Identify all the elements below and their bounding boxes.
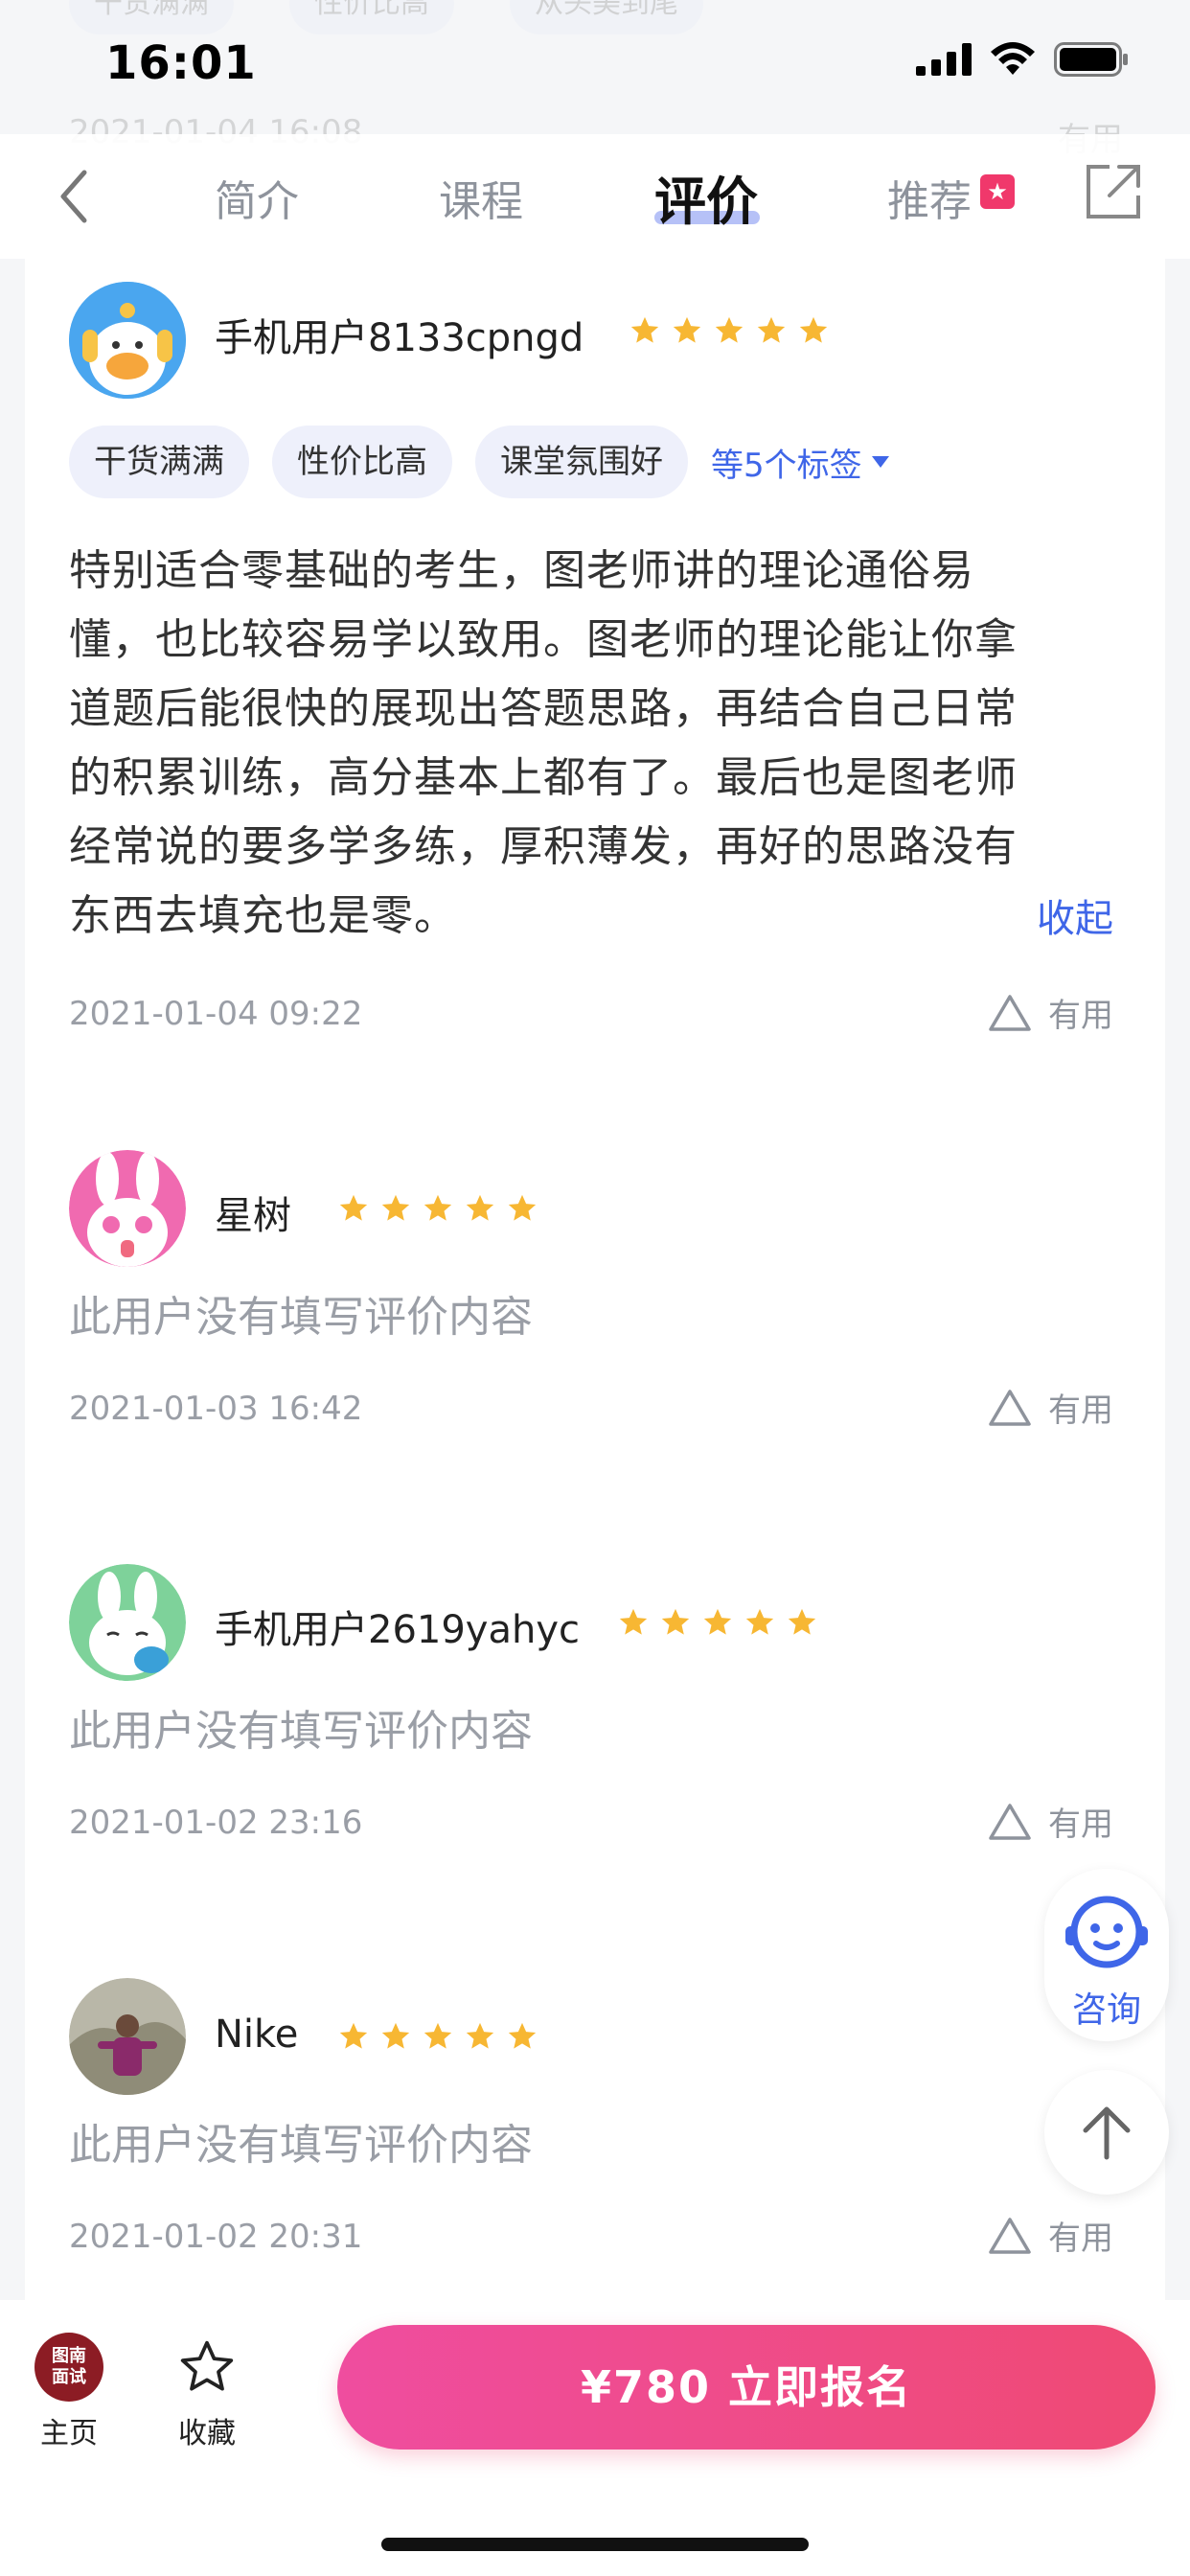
star-icon	[673, 316, 701, 343]
star-icon	[466, 1194, 494, 1221]
review-text: 特别适合零基础的考生，图老师讲的理论通俗易 懂，也比较容易学以致用。图老师的理论…	[69, 537, 1133, 951]
screen: 干货满满 性价比高 从头美到尾 2021-01-04 16:08 有用 16:0…	[0, 0, 1190, 2576]
star-icon	[715, 316, 744, 343]
more-tags-button[interactable]: 等5个标签	[711, 439, 891, 486]
review-username: 手机用户8133cpngd	[215, 316, 584, 360]
enroll-button[interactable]: ¥780 立即报名	[337, 2325, 1156, 2450]
consult-label: 咨询	[1071, 1990, 1141, 2030]
home-button[interactable]: 图南 面试 主页	[31, 2333, 107, 2451]
review-text-line: 东西去填充也是零。	[69, 891, 457, 940]
arrow-up-icon	[1083, 2106, 1131, 2160]
review-text-line: 特别适合零基础的考生，图老师讲的理论通俗易	[69, 546, 974, 595]
review-username: 手机用户2619yahyc	[215, 1608, 580, 1652]
avatar[interactable]	[69, 282, 186, 399]
star-icon	[757, 316, 786, 343]
star-icon	[703, 1608, 732, 1635]
status-time: 16:01	[105, 36, 257, 90]
share-icon[interactable]	[1081, 159, 1146, 224]
useful-button[interactable]: 有用	[987, 1384, 1113, 1431]
more-tags-label: 等5个标签	[711, 446, 862, 485]
empty-review-text: 此用户没有填写评价内容	[69, 2121, 533, 2170]
star-icon	[619, 1608, 648, 1635]
signal-icon	[916, 43, 972, 76]
thumb-triangle-icon	[989, 1389, 1031, 1426]
star-rating	[629, 314, 830, 347]
tab-reviews[interactable]: 评价	[654, 159, 758, 235]
review-date: 2021-01-02 23:16	[69, 1804, 363, 1842]
review-text-line: 道题后能很快的展现出答题思路，再结合自己日常	[69, 684, 1018, 733]
review-text-line: 经常说的要多学多练，厚积薄发，再好的思路没有	[69, 822, 1018, 871]
status-bar: 16:01	[0, 0, 1190, 134]
review-date: 2021-01-02 20:31	[69, 2218, 363, 2256]
useful-label: 有用	[1048, 997, 1113, 1035]
star-icon	[423, 1194, 452, 1221]
tab-course[interactable]: 课程	[439, 167, 523, 228]
star-icon	[508, 1194, 537, 1221]
star-icon	[630, 316, 659, 343]
review-tag: 干货满满	[69, 426, 249, 498]
star-icon	[661, 1608, 690, 1635]
useful-button[interactable]: 有用	[987, 2212, 1113, 2259]
thumb-triangle-icon	[989, 994, 1031, 1031]
reviews-card: 手机用户8133cpngd 干货满满 性价比高 课堂氛围好 等5个标签 特别适合…	[25, 259, 1165, 2300]
customer-service-icon	[1065, 1896, 1148, 1968]
avatar[interactable]	[69, 1150, 186, 1267]
star-icon	[788, 1608, 816, 1635]
recommend-badge-icon: ★	[980, 174, 1015, 209]
star-icon	[423, 2022, 452, 2049]
tab-recommend[interactable]: 推荐	[887, 167, 972, 228]
star-icon	[508, 2022, 537, 2049]
review-username: 星树	[215, 1194, 291, 1238]
review-tag: 课堂氛围好	[475, 426, 688, 498]
collapse-button[interactable]: 收起	[1037, 887, 1113, 943]
review-text-line: 懂，也比较容易学以致用。图老师的理论能让你拿	[69, 615, 1018, 664]
tab-intro[interactable]: 简介	[215, 167, 299, 228]
review-date: 2021-01-04 09:22	[69, 995, 363, 1033]
home-label: 主页	[40, 2417, 98, 2450]
thumb-triangle-icon	[989, 1803, 1031, 1840]
review-tag: 性价比高	[272, 426, 452, 498]
review-date: 2021-01-03 16:42	[69, 1390, 363, 1428]
star-icon	[381, 1194, 410, 1221]
back-arrow-icon[interactable]	[52, 163, 100, 230]
star-icon	[339, 1194, 368, 1221]
star-icon	[745, 1608, 774, 1635]
review-username: Nike	[215, 2012, 299, 2057]
review-text-line: 的积累训练，高分基本上都有了。最后也是图老师	[69, 753, 1018, 802]
top-nav: 简介 课程 评价 推荐 ★	[0, 134, 1190, 259]
brand-logo: 图南 面试	[34, 2333, 103, 2402]
useful-label: 有用	[1048, 1392, 1113, 1430]
star-outline-icon	[180, 2340, 234, 2391]
useful-button[interactable]: 有用	[987, 1798, 1113, 1845]
favorite-label: 收藏	[178, 2417, 236, 2450]
useful-button[interactable]: 有用	[987, 989, 1113, 1036]
avatar[interactable]	[69, 1978, 186, 2095]
consult-button[interactable]: 咨询	[1044, 1869, 1169, 2041]
thumb-triangle-icon	[989, 2217, 1031, 2254]
battery-icon	[1054, 42, 1128, 77]
star-rating	[617, 1606, 818, 1639]
star-rating	[337, 1192, 538, 1225]
favorite-button[interactable]: 收藏	[169, 2336, 245, 2451]
star-icon	[799, 316, 828, 343]
wifi-icon	[991, 42, 1035, 75]
bottom-bar: 图南 面试 主页 收藏 ¥780 立即报名	[0, 2300, 1190, 2576]
useful-label: 有用	[1048, 1806, 1113, 1844]
caret-down-icon	[871, 456, 889, 468]
avatar[interactable]	[69, 1564, 186, 1681]
home-indicator	[381, 2538, 809, 2551]
review-tags: 干货满满 性价比高 课堂氛围好 等5个标签	[69, 426, 891, 498]
back-to-top-button[interactable]	[1044, 2070, 1169, 2195]
star-icon	[381, 2022, 410, 2049]
star-rating	[337, 2020, 538, 2053]
star-icon	[466, 2022, 494, 2049]
star-icon	[339, 2022, 368, 2049]
empty-review-text: 此用户没有填写评价内容	[69, 1707, 533, 1756]
useful-label: 有用	[1048, 2220, 1113, 2258]
empty-review-text: 此用户没有填写评价内容	[69, 1293, 533, 1342]
